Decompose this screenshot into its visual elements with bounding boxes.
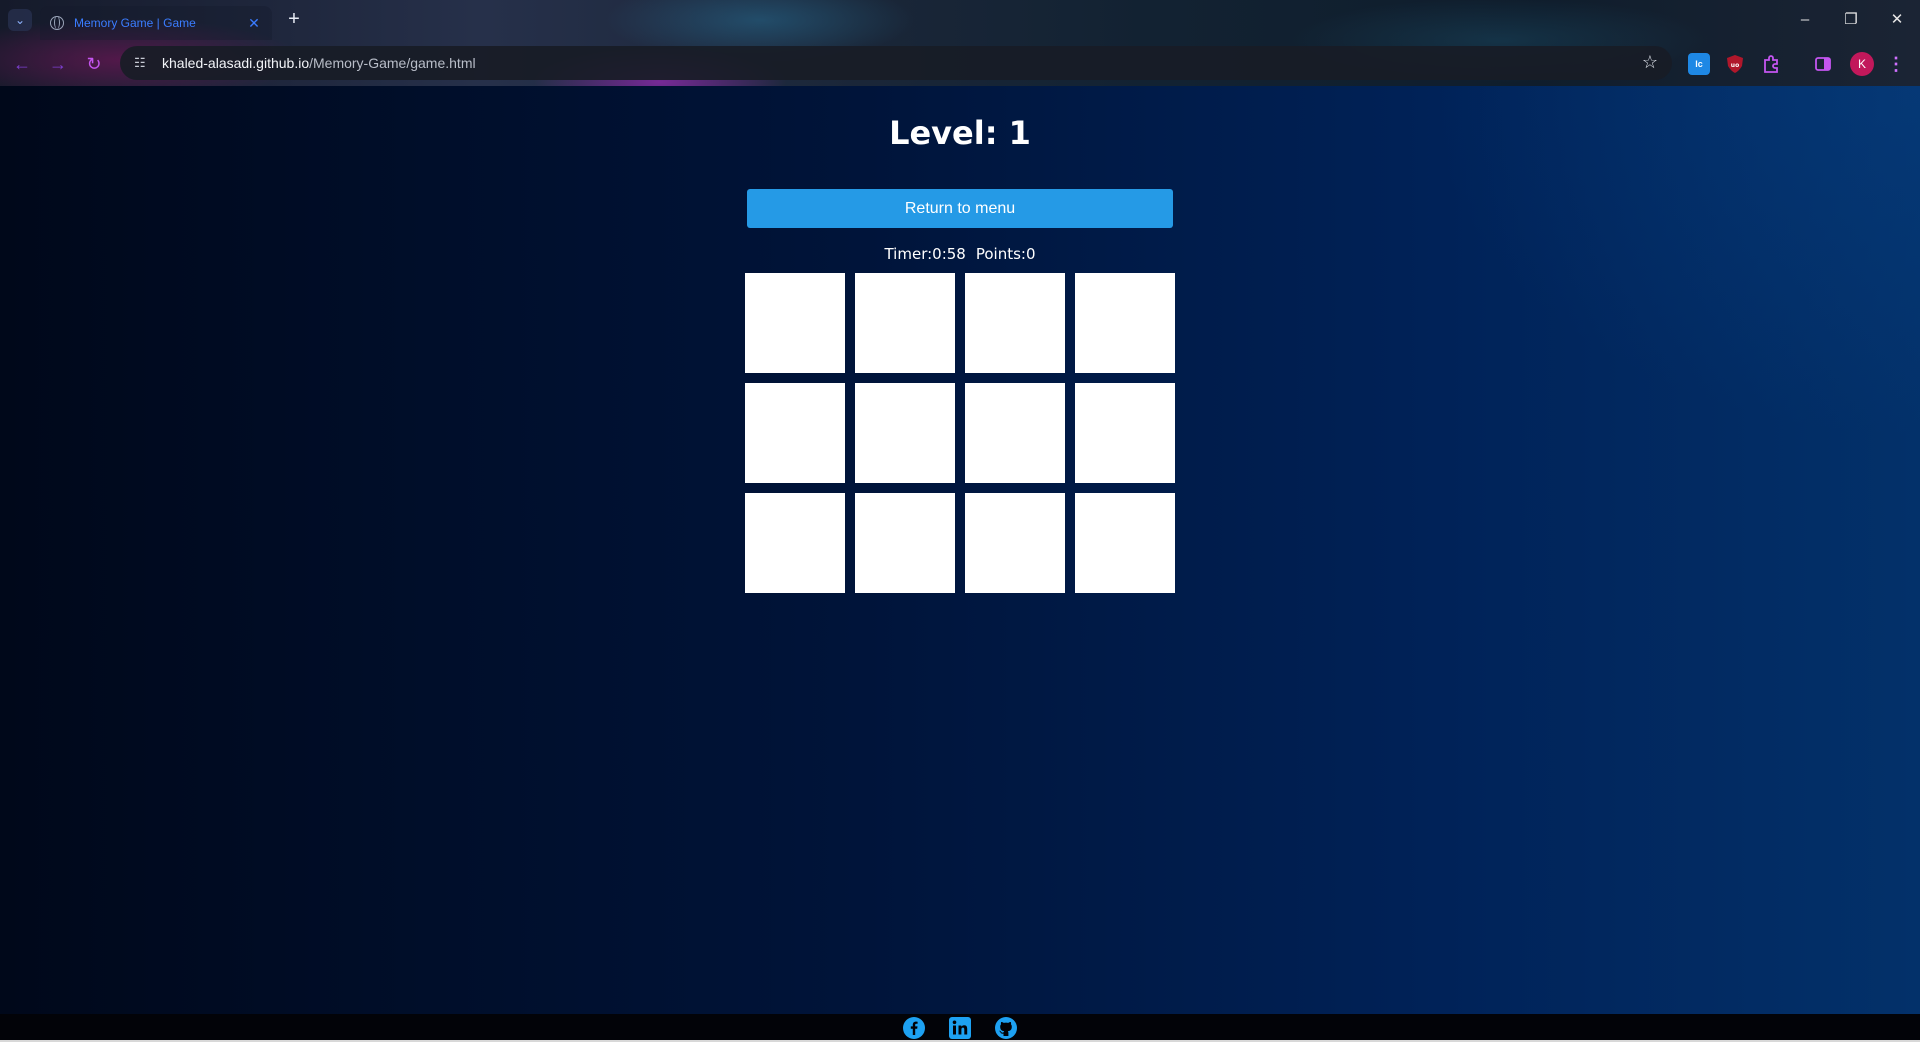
memory-card[interactable]	[965, 493, 1065, 593]
arrow-left-icon: ←	[13, 54, 31, 74]
extension-icon-1[interactable]: lc	[1688, 53, 1710, 75]
card-grid	[745, 273, 1175, 593]
close-window-button[interactable]: ✕	[1882, 8, 1912, 32]
memory-card[interactable]	[965, 383, 1065, 483]
memory-card[interactable]	[745, 273, 845, 373]
memory-card[interactable]	[1075, 383, 1175, 483]
extensions-puzzle-icon[interactable]	[1760, 53, 1782, 75]
chevron-down-icon: ⌄	[14, 13, 26, 27]
linkedin-icon[interactable]	[947, 1015, 973, 1041]
game-stats: Timer:0:58 Points:0	[0, 245, 1920, 263]
svg-text:uo: uo	[1731, 62, 1739, 69]
new-tab-button[interactable]: +	[282, 8, 306, 32]
browser-menu-icon[interactable]: ⋮	[1886, 50, 1906, 78]
back-button[interactable]: ←	[8, 50, 36, 78]
memory-card[interactable]	[1075, 493, 1175, 593]
restore-button[interactable]: ❐	[1836, 8, 1866, 32]
url-host: khaled-alasadi.github.io	[162, 55, 310, 71]
memory-card[interactable]	[745, 383, 845, 483]
memory-card[interactable]	[1075, 273, 1175, 373]
reload-button[interactable]: ↻	[80, 50, 108, 78]
return-to-menu-button[interactable]: Return to menu	[747, 189, 1173, 228]
browser-toolbar: ← → ↻ ☷ khaled-alasadi.github.io/Memory-…	[0, 44, 1920, 84]
tab-search-button[interactable]: ⌄	[8, 9, 32, 31]
forward-button[interactable]: →	[44, 50, 72, 78]
level-title: Level: 1	[889, 114, 1031, 152]
memory-card[interactable]	[745, 493, 845, 593]
timer-display: Timer:0:58	[884, 245, 966, 263]
url-path: /Memory-Game/game.html	[309, 55, 476, 71]
globe-icon	[50, 16, 64, 30]
minimize-button[interactable]: –	[1790, 8, 1820, 32]
memory-card[interactable]	[855, 383, 955, 483]
memory-card[interactable]	[855, 493, 955, 593]
page-background: Level: 1 Return to menu Timer:0:58 Points…	[0, 86, 1920, 1014]
ublock-icon[interactable]: uo	[1724, 53, 1746, 75]
memory-card[interactable]	[965, 273, 1065, 373]
site-info-icon[interactable]: ☷	[134, 55, 154, 71]
github-icon[interactable]	[993, 1015, 1019, 1041]
side-panel-icon[interactable]	[1812, 53, 1834, 75]
profile-avatar[interactable]: K	[1850, 52, 1874, 76]
close-icon[interactable]: ✕	[246, 15, 262, 32]
bookmark-star-icon[interactable]: ☆	[1642, 52, 1658, 73]
footer	[0, 1014, 1920, 1042]
tab-title: Memory Game | Game	[74, 16, 196, 30]
reload-icon: ↻	[86, 54, 102, 74]
memory-card[interactable]	[855, 273, 955, 373]
points-display: Points:0	[975, 245, 1036, 263]
browser-chrome: ⌄ Memory Game | Game ✕ + – ❐ ✕ ← → ↻ ☷ k…	[0, 0, 1920, 86]
tab-bar: ⌄ Memory Game | Game ✕ + – ❐ ✕	[0, 0, 1920, 40]
facebook-icon[interactable]	[901, 1015, 927, 1041]
arrow-right-icon: →	[49, 54, 67, 74]
browser-tab[interactable]: Memory Game | Game ✕	[40, 6, 272, 40]
address-bar[interactable]: ☷ khaled-alasadi.github.io/Memory-Game/g…	[120, 46, 1672, 80]
